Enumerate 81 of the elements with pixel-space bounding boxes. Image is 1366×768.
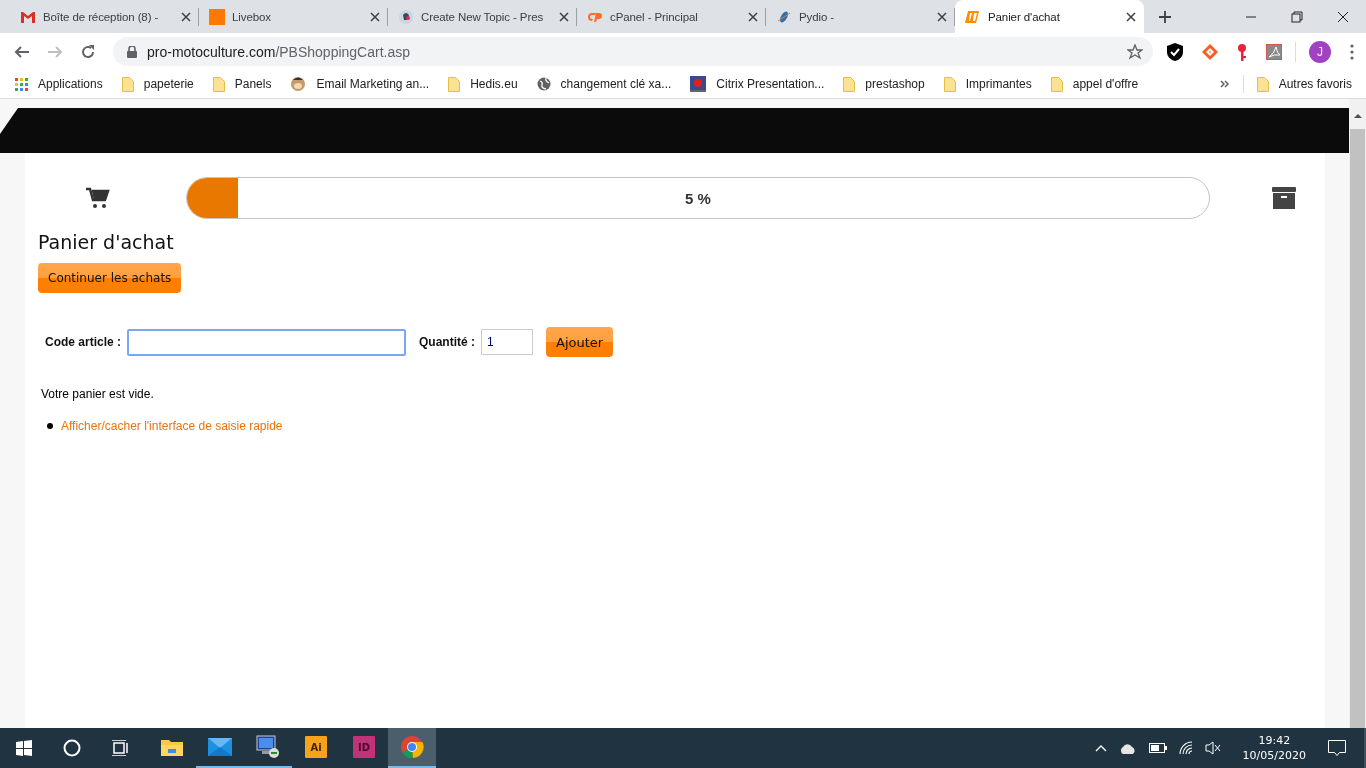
cart-icon xyxy=(86,187,110,209)
close-icon[interactable] xyxy=(937,11,947,22)
browser-tab[interactable]: Boîte de réception (8) - xyxy=(10,0,199,33)
back-icon[interactable] xyxy=(14,43,30,60)
menu-icon[interactable] xyxy=(1350,43,1354,60)
page-title: Panier d'achat xyxy=(38,231,175,253)
add-button[interactable]: Ajouter xyxy=(546,327,614,357)
shield-check-icon[interactable] xyxy=(1167,42,1183,61)
chevron-icon[interactable] xyxy=(1219,80,1230,88)
wifi-icon[interactable] xyxy=(1178,741,1193,755)
reload-icon[interactable] xyxy=(80,43,96,60)
restore-icon[interactable] xyxy=(1291,10,1303,23)
new-tab-icon[interactable] xyxy=(1158,10,1172,24)
globe-icon xyxy=(536,77,551,91)
folder-icon xyxy=(121,76,134,92)
cloud-icon[interactable] xyxy=(1118,742,1137,754)
task-view-icon[interactable] xyxy=(111,740,129,756)
folder-icon xyxy=(943,76,956,92)
browser-tab[interactable]: Create New Topic - Pres xyxy=(388,0,577,33)
bookmark[interactable]: Email Marketing an... xyxy=(290,76,430,92)
profile-avatar[interactable]: J xyxy=(1309,40,1331,63)
remote-desktop-icon[interactable] xyxy=(256,735,280,759)
close-icon[interactable] xyxy=(1337,10,1349,23)
folder-icon xyxy=(1256,76,1269,92)
diamond-icon[interactable] xyxy=(1202,43,1218,60)
battery-icon[interactable] xyxy=(1148,743,1167,753)
lock-icon xyxy=(127,45,137,58)
close-icon[interactable] xyxy=(559,11,569,22)
bookmark[interactable]: appel d'offre xyxy=(1050,76,1139,92)
app-icon[interactable]: Ai xyxy=(305,736,327,758)
search-icon[interactable] xyxy=(63,739,81,757)
browser-tab[interactable]: cPanel - Principal xyxy=(577,0,766,33)
key-icon[interactable] xyxy=(1237,42,1247,61)
address-field[interactable]: pro-motoculture.com/PBShoppingCart.asp xyxy=(113,37,1153,66)
bookmark[interactable]: Panels xyxy=(212,76,272,92)
bookmark[interactable]: Autres favoris xyxy=(1256,76,1352,92)
archive-box-icon xyxy=(1272,187,1296,209)
scroll-up-icon[interactable] xyxy=(1353,113,1362,118)
bullet-icon xyxy=(47,423,53,429)
close-icon[interactable] xyxy=(1126,11,1136,22)
progress-percent: 5 % xyxy=(685,189,711,207)
item-code-field[interactable] xyxy=(127,328,407,356)
bookmark[interactable]: changement clé xa... xyxy=(536,77,672,91)
star-icon[interactable] xyxy=(1127,43,1143,60)
field-label: Quantité : xyxy=(419,335,476,349)
tile-icon xyxy=(209,8,225,25)
empty-cart-message: Votre panier est vide. xyxy=(41,387,155,401)
bookmark[interactable]: papeterie xyxy=(121,76,194,92)
folder-icon xyxy=(843,76,856,92)
bookmark[interactable]: Hedis.eu xyxy=(448,76,518,92)
bookmark[interactable]: Imprimantes xyxy=(943,76,1032,92)
show-hidden-icons-icon[interactable] xyxy=(1094,744,1107,752)
folder-icon xyxy=(212,76,225,92)
pdf-icon[interactable] xyxy=(1266,43,1282,60)
bookmark[interactable]: prestashop xyxy=(843,76,925,92)
field-label: Code article : xyxy=(45,335,122,349)
close-icon[interactable] xyxy=(748,11,758,22)
monkey-icon xyxy=(290,76,307,92)
quantity-field[interactable]: 1 xyxy=(481,329,534,355)
bookmark[interactable]: Applications xyxy=(15,77,103,91)
logo-icon xyxy=(965,8,981,25)
parrot-icon xyxy=(398,8,414,25)
folder-icon[interactable] xyxy=(161,738,183,756)
browser-tab[interactable]: Panier d'achat xyxy=(955,0,1144,33)
windows-logo-icon[interactable] xyxy=(16,740,32,756)
close-icon[interactable] xyxy=(370,11,380,22)
muted-speaker-icon[interactable] xyxy=(1204,741,1221,755)
continue-shopping-button[interactable]: Continuer les achats xyxy=(38,263,182,293)
url-text: pro-motoculture.com/PBShoppingCart.asp xyxy=(147,43,412,60)
bookmark[interactable]: Citrix Presentation... xyxy=(690,76,825,92)
chrome-icon[interactable] xyxy=(400,735,424,759)
clock[interactable]: 19:42 10/05/2020 xyxy=(1242,733,1306,763)
monitor-icon xyxy=(690,76,707,92)
folder-icon xyxy=(1050,76,1063,92)
browser-tab[interactable]: Pydio - xyxy=(766,0,955,33)
notification-icon[interactable] xyxy=(1328,739,1346,757)
close-icon[interactable] xyxy=(181,11,191,22)
browser-tab[interactable]: Livebox xyxy=(199,0,388,33)
folder-icon xyxy=(448,76,461,92)
scrollbar-thumb[interactable] xyxy=(1350,129,1365,728)
apps-grid-icon xyxy=(15,77,28,91)
